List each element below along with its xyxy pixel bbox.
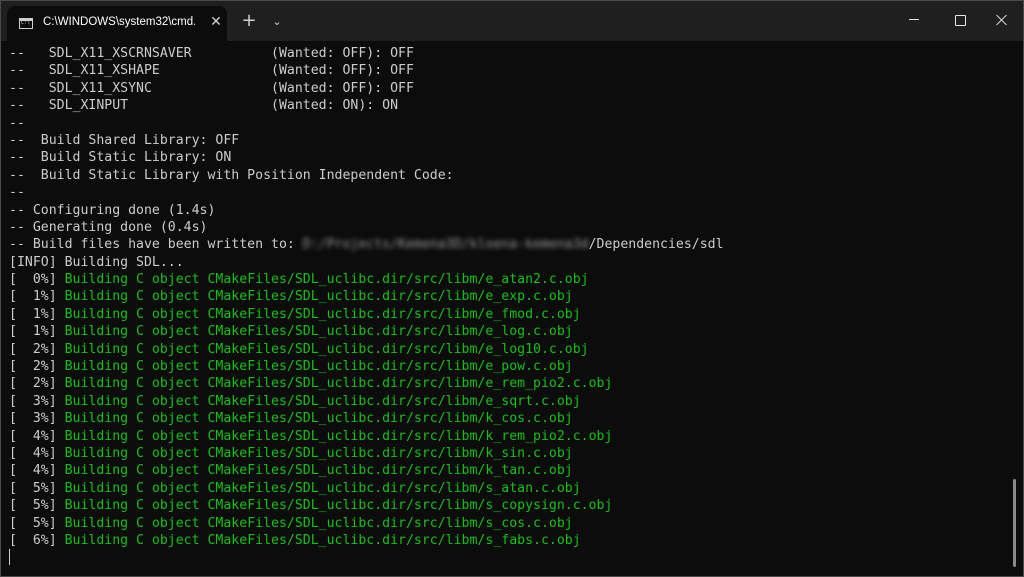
terminal-line: [ 0%] Building C object CMakeFiles/SDL_u…: [9, 271, 1005, 288]
terminal-line: [ 4%] Building C object CMakeFiles/SDL_u…: [9, 445, 1005, 462]
line-text: [INFO] Building SDL...: [9, 254, 184, 270]
line-text: Building C object CMakeFiles/SDL_uclibc.…: [64, 272, 589, 288]
progress-prefix: [ 5%]: [9, 480, 65, 496]
progress-prefix: [ 4%]: [9, 463, 65, 479]
terminal-line: --: [9, 184, 1005, 201]
terminal-output[interactable]: -- SDL_X11_XSCRNSAVER (Wanted: OFF): OFF…: [9, 45, 1005, 570]
terminal-line: -- Build Static Library with Position In…: [9, 167, 1005, 184]
terminal-line: [ 3%] Building C object CMakeFiles/SDL_u…: [9, 393, 1005, 410]
progress-prefix: [ 1%]: [9, 289, 65, 305]
terminal-line: -- SDL_X11_XSHAPE (Wanted: OFF): OFF: [9, 62, 1005, 79]
terminal-line: -- SDL_X11_XSYNC (Wanted: OFF): OFF: [9, 80, 1005, 97]
tab-cmd[interactable]: C:\WINDOWS\system32\cmd. ✕: [7, 6, 227, 41]
line-text: -- Build Shared Library: OFF: [9, 132, 240, 148]
close-icon: [996, 14, 1008, 26]
line-text: -- Build Static Library: ON: [9, 150, 232, 166]
close-button[interactable]: [979, 1, 1023, 39]
progress-prefix: [ 3%]: [9, 411, 65, 427]
scrollbar[interactable]: [1013, 479, 1016, 567]
terminal-line: [ 4%] Building C object CMakeFiles/SDL_u…: [9, 428, 1005, 445]
progress-prefix: [ 5%]: [9, 515, 65, 531]
cmd-icon: [19, 18, 33, 29]
terminal-line: [ 2%] Building C object CMakeFiles/SDL_u…: [9, 358, 1005, 375]
minimize-icon: [909, 19, 919, 20]
tab-dropdown-icon[interactable]: ⌄: [267, 12, 287, 32]
terminal-line: [ 1%] Building C object CMakeFiles/SDL_u…: [9, 288, 1005, 305]
terminal-line: [ 5%] Building C object CMakeFiles/SDL_u…: [9, 480, 1005, 497]
title-bar[interactable]: C:\WINDOWS\system32\cmd. ✕ + ⌄: [1, 1, 1023, 41]
line-text: -- SDL_X11_XSHAPE (Wanted: OFF): OFF: [9, 63, 414, 79]
line-text: -- Build Static Library with Position In…: [9, 167, 462, 183]
line-text: --: [9, 115, 25, 131]
line-text: Building C object CMakeFiles/SDL_uclibc.…: [64, 532, 581, 548]
terminal-line: -- Configuring done (1.4s): [9, 202, 1005, 219]
text-cursor: [9, 549, 10, 566]
line-text: -- Build files have been written to:: [9, 237, 303, 253]
line-text: Building C object CMakeFiles/SDL_uclibc.…: [64, 289, 573, 305]
line-text: Building C object CMakeFiles/SDL_uclibc.…: [64, 445, 573, 461]
line-text: -- SDL_XINPUT (Wanted: ON): ON: [9, 98, 399, 114]
progress-prefix: [ 6%]: [9, 532, 65, 548]
terminal-line: [INFO] Building SDL...: [9, 254, 1005, 271]
progress-prefix: [ 2%]: [9, 376, 65, 392]
line-text: Building C object CMakeFiles/SDL_uclibc.…: [64, 498, 613, 514]
line-text: Building C object CMakeFiles/SDL_uclibc.…: [64, 411, 573, 427]
terminal-line: [ 5%] Building C object CMakeFiles/SDL_u…: [9, 515, 1005, 532]
terminal-line: -- SDL_X11_XSCRNSAVER (Wanted: OFF): OFF: [9, 45, 1005, 62]
line-suffix: /Dependencies/sdl: [588, 237, 724, 253]
terminal-line: [ 6%] Building C object CMakeFiles/SDL_u…: [9, 532, 1005, 549]
line-text: Building C object CMakeFiles/SDL_uclibc.…: [64, 463, 573, 479]
terminal-window: C:\WINDOWS\system32\cmd. ✕ + ⌄ -- SDL_X1…: [0, 0, 1024, 577]
terminal-line: [ 5%] Building C object CMakeFiles/SDL_u…: [9, 497, 1005, 514]
progress-prefix: [ 2%]: [9, 359, 65, 375]
line-text: Building C object CMakeFiles/SDL_uclibc.…: [64, 480, 581, 496]
terminal-line: [ 1%] Building C object CMakeFiles/SDL_u…: [9, 306, 1005, 323]
terminal-line: -- Build Static Library: ON: [9, 149, 1005, 166]
line-text: Building C object CMakeFiles/SDL_uclibc.…: [64, 376, 613, 392]
line-text: Building C object CMakeFiles/SDL_uclibc.…: [64, 306, 581, 322]
maximize-icon: [955, 15, 966, 26]
line-text: Building C object CMakeFiles/SDL_uclibc.…: [64, 359, 573, 375]
prompt-line[interactable]: [9, 549, 1005, 566]
line-text: Building C object CMakeFiles/SDL_uclibc.…: [64, 428, 613, 444]
new-tab-button[interactable]: +: [239, 11, 259, 31]
minimize-button[interactable]: [891, 1, 937, 39]
line-text: -- Configuring done (1.4s): [9, 202, 216, 218]
progress-prefix: [ 5%]: [9, 498, 65, 514]
progress-prefix: [ 4%]: [9, 428, 65, 444]
terminal-line: [ 2%] Building C object CMakeFiles/SDL_u…: [9, 341, 1005, 358]
progress-prefix: [ 4%]: [9, 445, 65, 461]
terminal-line: -- SDL_XINPUT (Wanted: ON): ON: [9, 97, 1005, 114]
terminal-line: [ 3%] Building C object CMakeFiles/SDL_u…: [9, 410, 1005, 427]
progress-prefix: [ 3%]: [9, 393, 65, 409]
line-text: Building C object CMakeFiles/SDL_uclibc.…: [64, 515, 573, 531]
terminal-line: [ 4%] Building C object CMakeFiles/SDL_u…: [9, 462, 1005, 479]
terminal-line: --: [9, 115, 1005, 132]
line-text: -- Generating done (0.4s): [9, 219, 208, 235]
terminal-line: [ 1%] Building C object CMakeFiles/SDL_u…: [9, 323, 1005, 340]
tab-close-button[interactable]: ✕: [207, 13, 225, 31]
line-text: Building C object CMakeFiles/SDL_uclibc.…: [64, 393, 581, 409]
line-text: --: [9, 185, 25, 201]
maximize-button[interactable]: [937, 1, 983, 39]
terminal-line: [ 2%] Building C object CMakeFiles/SDL_u…: [9, 375, 1005, 392]
progress-prefix: [ 1%]: [9, 306, 65, 322]
terminal-line: -- Build Shared Library: OFF: [9, 132, 1005, 149]
line-text: Building C object CMakeFiles/SDL_uclibc.…: [64, 341, 589, 357]
terminal-line: -- Build files have been written to: D:/…: [9, 236, 1005, 253]
line-text: -- SDL_X11_XSCRNSAVER (Wanted: OFF): OFF: [9, 46, 414, 61]
progress-prefix: [ 1%]: [9, 324, 65, 340]
redacted-path: D:/Projects/Kemena3D/kloena-kemena3d: [302, 237, 589, 253]
progress-prefix: [ 2%]: [9, 341, 65, 357]
line-text: Building C object CMakeFiles/SDL_uclibc.…: [64, 324, 573, 340]
line-text: -- SDL_X11_XSYNC (Wanted: OFF): OFF: [9, 80, 414, 96]
tab-title: C:\WINDOWS\system32\cmd.: [43, 16, 195, 28]
progress-prefix: [ 0%]: [9, 272, 65, 288]
terminal-line: -- Generating done (0.4s): [9, 219, 1005, 236]
